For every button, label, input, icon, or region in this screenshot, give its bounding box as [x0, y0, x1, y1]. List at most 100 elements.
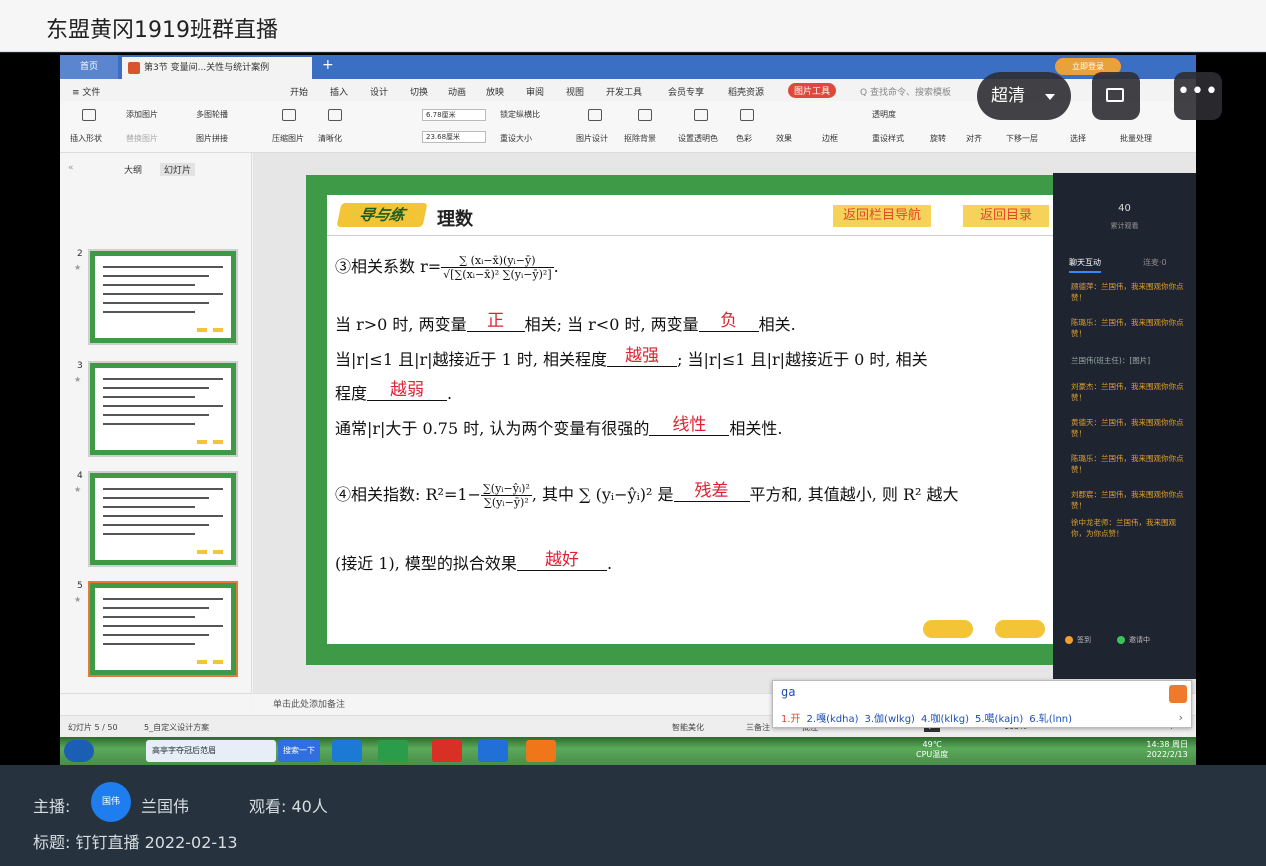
remove-bg-icon[interactable]	[638, 109, 652, 121]
menu-start[interactable]: 开始	[290, 85, 308, 98]
tab-home[interactable]: 首页	[60, 55, 118, 79]
ribbon-multi-carousel[interactable]: 多图轮播	[196, 109, 228, 120]
ime-candidate[interactable]: 5.噶(kajn)	[975, 714, 1023, 725]
chat-message: 陈璐乐：兰国伟，我来围观你你点赞！	[1071, 318, 1184, 338]
tab-document[interactable]: 第3节 变量间...关性与统计案例	[122, 57, 312, 79]
lock-ratio-checkbox[interactable]: 锁定纵横比	[500, 109, 540, 120]
thumbnail-text-line	[103, 414, 209, 416]
compress-icon[interactable]	[282, 109, 296, 121]
height-input[interactable]: 6.78厘米	[422, 109, 486, 121]
dingtalk-icon[interactable]	[478, 740, 508, 762]
prev-page-button[interactable]	[923, 620, 973, 638]
new-tab-button[interactable]: +	[322, 57, 334, 73]
back-section-button[interactable]: 返回栏目导航	[833, 205, 931, 227]
start-icon[interactable]	[64, 740, 94, 762]
image-design-icon[interactable]	[588, 109, 602, 121]
ribbon-align[interactable]: 对齐	[966, 133, 982, 144]
smart-beautify-button[interactable]: 智能美化	[672, 722, 704, 733]
quality-selector[interactable]: 超清	[977, 72, 1071, 120]
menu-search[interactable]: Q 查找命令、搜索模板	[860, 85, 951, 98]
ime-candidate[interactable]: 6.轧(lnn)	[1029, 714, 1072, 725]
slide-thumbnail[interactable]	[88, 249, 238, 345]
thumbnail-number: 4	[77, 471, 83, 481]
menu-review[interactable]: 审阅	[526, 85, 544, 98]
live-stream-window: 东盟黄冈1919班群直播 首页 第3节 变量间...关性与统计案例 + 立即登录…	[0, 0, 1266, 866]
ime-candidate[interactable]: 4.咖(klkg)	[921, 714, 969, 725]
thumbnail-nav-mark	[213, 660, 223, 664]
ribbon-reset-size[interactable]: 重设大小	[500, 133, 532, 144]
menu-docer[interactable]: 稻壳资源	[728, 85, 764, 98]
notes-button[interactable]: 三备注	[746, 722, 770, 733]
ppt-icon	[128, 62, 140, 74]
more-button[interactable]: •••	[1174, 72, 1222, 120]
ime-candidate[interactable]: 1.开	[781, 714, 801, 725]
ribbon-transparent-color[interactable]: 设置透明色	[678, 133, 718, 144]
menu-design[interactable]: 设计	[370, 85, 388, 98]
rotate-button[interactable]	[1092, 72, 1140, 120]
width-input[interactable]: 23.68厘米	[422, 131, 486, 143]
menu-slideshow[interactable]: 放映	[486, 85, 504, 98]
avatar[interactable]: 国伟	[91, 782, 131, 822]
ribbon-remove-bg[interactable]: 抠除背景	[624, 133, 656, 144]
ribbon-image-design[interactable]: 图片设计	[576, 133, 608, 144]
browser-task[interactable]: 高亭字夺冠后范眉	[146, 740, 276, 762]
menu-picture-tools[interactable]: 图片工具	[788, 83, 837, 98]
tab-outline[interactable]: 大纲	[124, 163, 142, 176]
slide-thumbnail[interactable]	[88, 581, 238, 677]
ime-candidate[interactable]: 2.嘎(kdha)	[807, 714, 859, 725]
ribbon-effect[interactable]: 效果	[776, 133, 792, 144]
doc-tab-label: 第3节 变量间...关性与统计案例	[144, 63, 270, 73]
slide-thumbnail[interactable]	[88, 361, 238, 457]
tab-chat[interactable]: 聊天互动	[1069, 257, 1101, 273]
system-clock[interactable]: 14:38 周日 2022/2/13	[1146, 740, 1188, 760]
ribbon-batch[interactable]: 批量处理	[1120, 133, 1152, 144]
answer-weaker: 越弱	[367, 375, 448, 401]
menu-member[interactable]: 会员专享	[668, 85, 704, 98]
ribbon-replace-image[interactable]: 替换图片	[126, 133, 158, 144]
search-button[interactable]: 搜索一下	[278, 740, 320, 762]
ribbon-compress[interactable]: 压缩图片	[272, 133, 304, 144]
collapse-icon[interactable]: «	[68, 163, 74, 173]
sharpen-icon[interactable]	[328, 109, 342, 121]
tab-slides[interactable]: 幻灯片	[160, 163, 196, 176]
view-count: 观看: 40人	[249, 797, 328, 816]
color-icon[interactable]	[740, 109, 754, 121]
slide-thumbnail[interactable]	[88, 471, 238, 567]
ribbon-border[interactable]: 边框	[822, 133, 838, 144]
app-icon-player[interactable]	[378, 740, 408, 762]
l6-c: 平方和, 其值越小, 则 R² 越大	[749, 485, 959, 504]
l2-c: 相关.	[758, 315, 796, 334]
next-page-button[interactable]	[995, 620, 1045, 638]
viewer-count-label: 累计观看	[1110, 222, 1139, 230]
ribbon-add-image[interactable]: 添加图片	[126, 109, 158, 120]
back-toc-button[interactable]: 返回目录	[963, 205, 1049, 227]
ime-candidate[interactable]: 3.伽(wlkg)	[865, 714, 915, 725]
insert-shape-icon[interactable]	[82, 109, 96, 121]
menu-file[interactable]: ≡ 文件	[72, 85, 100, 98]
menu-dev-tools[interactable]: 开发工具	[606, 85, 642, 98]
app-icon-orange[interactable]	[526, 740, 556, 762]
ribbon-sharpen[interactable]: 清晰化	[318, 133, 342, 144]
ribbon-insert-shape[interactable]: 插入形状	[70, 133, 102, 144]
ribbon-select[interactable]: 选择	[1070, 133, 1086, 144]
menu-switch[interactable]: 切换	[410, 85, 428, 98]
ribbon-rotate[interactable]: 旋转	[930, 133, 946, 144]
stream-info: 主播: 国伟 兰国伟 观看: 40人 标题: 钉钉直播 2022-02-13	[0, 765, 1266, 866]
chevron-right-icon[interactable]: ›	[1179, 711, 1183, 724]
menu-view[interactable]: 视图	[566, 85, 584, 98]
wps-icon[interactable]	[432, 740, 462, 762]
tab-mic[interactable]: 连麦·0	[1143, 257, 1167, 268]
chat-message: 徐中龙老师：兰国伟，我来围观你，为你点赞！	[1071, 518, 1176, 538]
invite-label[interactable]: 邀请中	[1129, 635, 1150, 645]
ime-composition: ga	[781, 685, 796, 699]
ribbon-image-stitch[interactable]: 图片拼接	[196, 133, 228, 144]
signin-label[interactable]: 签到	[1077, 635, 1091, 645]
ribbon-transparency[interactable]: 透明度	[872, 109, 896, 120]
ribbon-color[interactable]: 色彩	[736, 133, 752, 144]
app-icon-grid[interactable]	[332, 740, 362, 762]
transparent-color-icon[interactable]	[694, 109, 708, 121]
ribbon-reset-style[interactable]: 重设样式	[872, 133, 904, 144]
ribbon-move-down[interactable]: 下移一层	[1006, 133, 1038, 144]
menu-insert[interactable]: 插入	[330, 85, 348, 98]
menu-animation[interactable]: 动画	[448, 85, 466, 98]
